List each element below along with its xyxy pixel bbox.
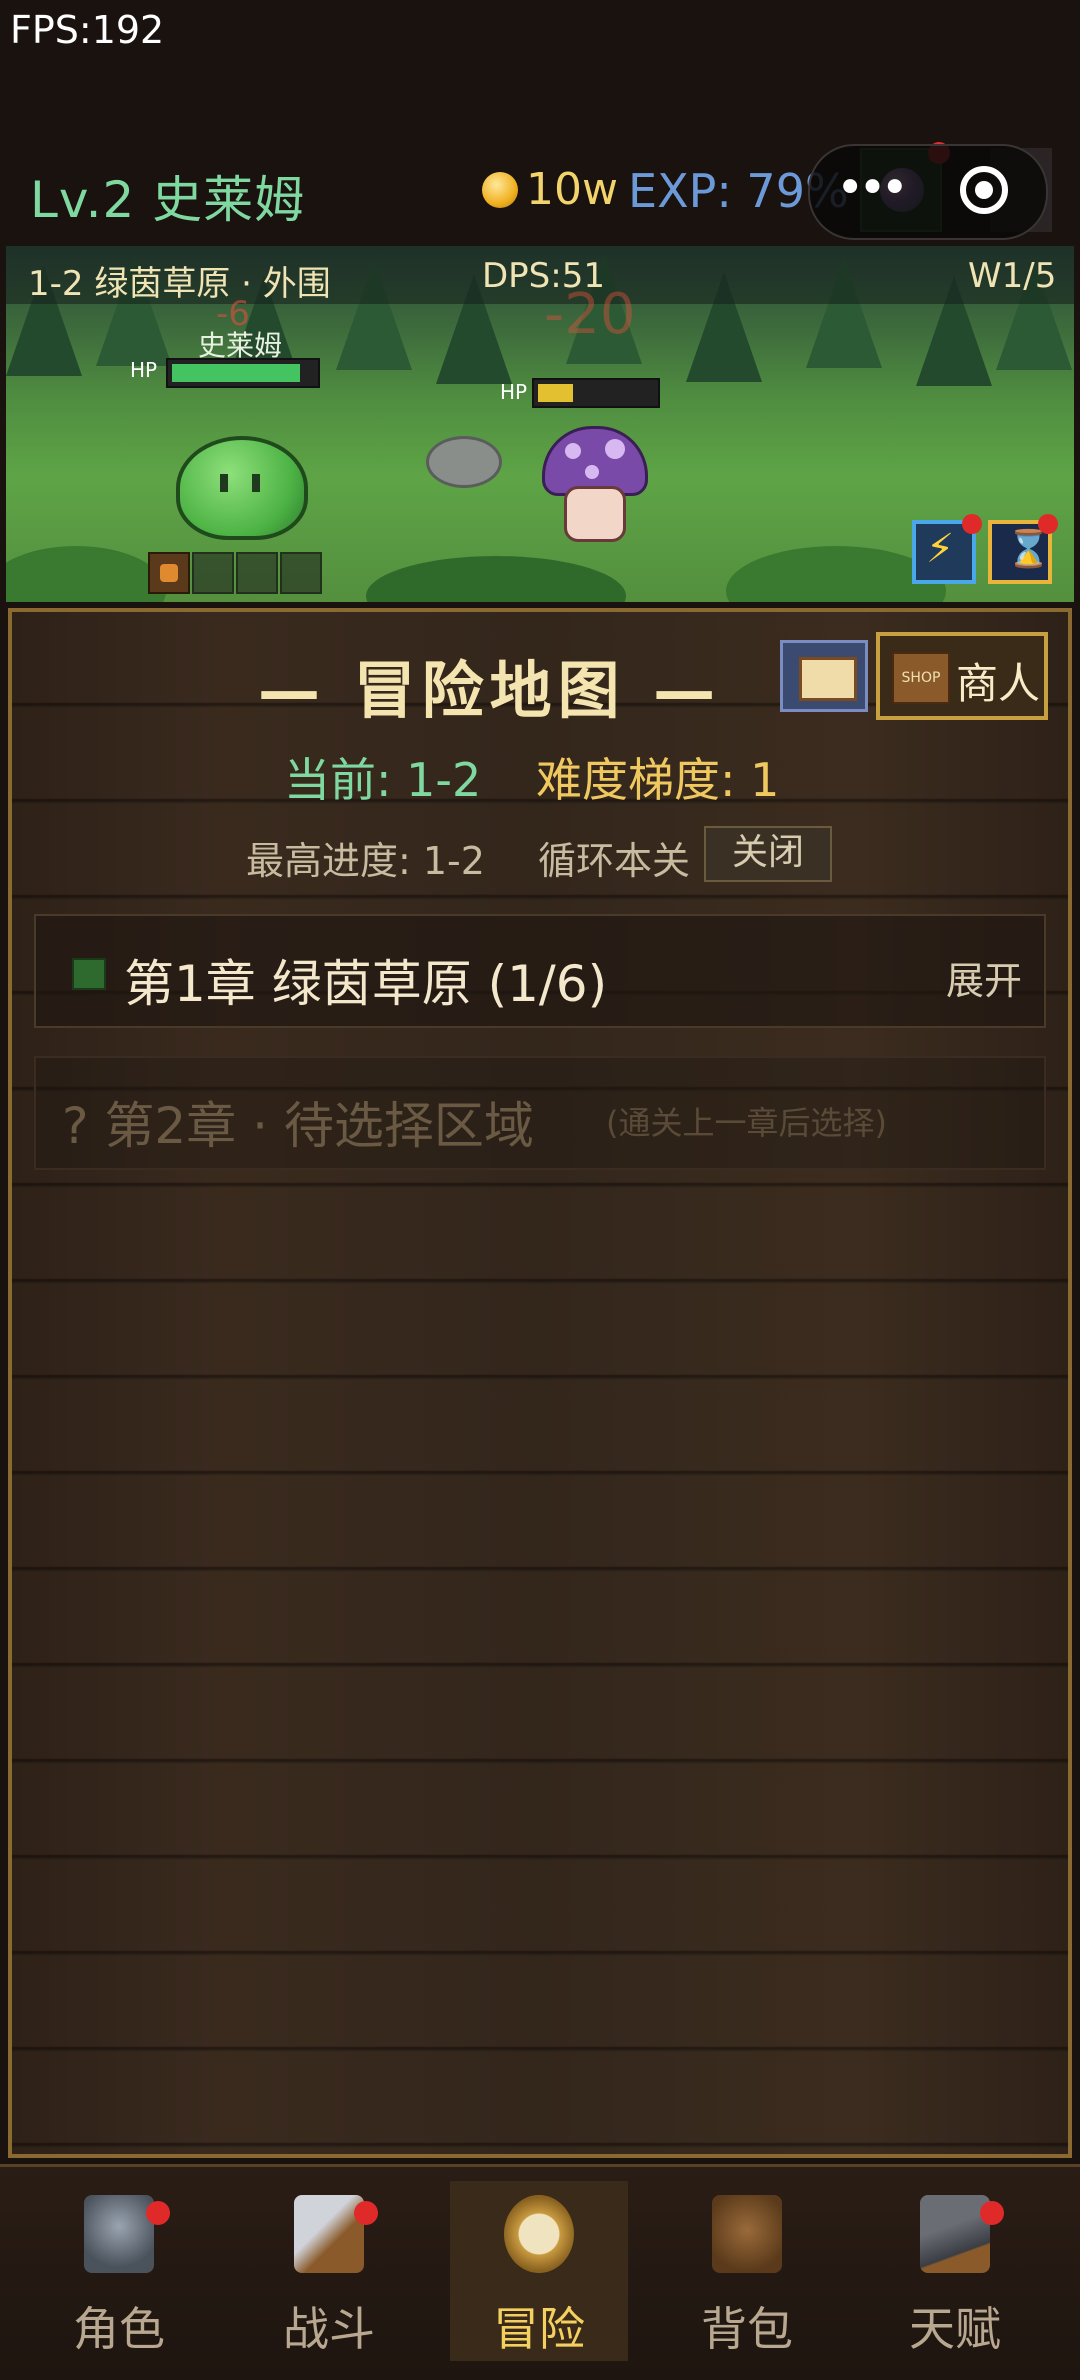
nav-label: 角色 — [73, 2302, 165, 2356]
chapter-2-title: ? 第2章 · 待选择区域 — [62, 1097, 534, 1155]
backpack-icon — [712, 2195, 782, 2273]
nav-tab-adventure[interactable]: 冒险 — [450, 2181, 628, 2361]
stage-name: 1-2 绿茵草原 · 外围 — [28, 264, 331, 304]
shop-sign-icon: SHOP — [892, 652, 950, 704]
talent-badge — [980, 2201, 1004, 2225]
skill-slot-empty[interactable] — [236, 552, 278, 594]
hourglass-icon: ⌛ — [1006, 529, 1051, 570]
nav-label: 冒险 — [493, 2302, 585, 2356]
mushroom-body — [564, 486, 626, 542]
nav-tab-talent[interactable]: 天赋 — [866, 2181, 1044, 2361]
merchant-button[interactable]: SHOP 商人 — [876, 632, 1048, 720]
player-level-name: Lv.2 史莱姆 — [30, 171, 306, 229]
knight-icon — [84, 2195, 154, 2273]
cap-spot — [565, 443, 581, 459]
bush — [366, 556, 626, 602]
gold-amount: 10w — [526, 164, 618, 215]
player-hp-label: HP — [130, 358, 158, 382]
mushroom-enemy-sprite — [542, 426, 648, 552]
expand-button[interactable]: 展开 — [946, 950, 1022, 1005]
more-menu-icon[interactable]: ••• — [836, 160, 909, 216]
loop-toggle-button[interactable]: 关闭 — [704, 826, 832, 882]
chapter-1-row[interactable]: 第1章 绿茵草原 (1/6) 展开 — [34, 914, 1046, 1028]
nav-label: 背包 — [701, 2302, 793, 2356]
bottom-nav: 角色 战斗 冒险 背包 天赋 — [0, 2164, 1080, 2380]
rock — [426, 436, 502, 488]
nav-label: 战斗 — [283, 2302, 375, 2356]
current-stage: 当前: 1-2 — [284, 753, 482, 807]
idle-notification-dot — [1038, 514, 1058, 534]
best-progress: 最高进度: 1-2 — [246, 839, 485, 883]
anvil-icon — [920, 2195, 990, 2273]
slime-player-sprite — [176, 436, 308, 540]
cap-spot — [585, 465, 599, 479]
nav-tab-character[interactable]: 角色 — [30, 2181, 208, 2361]
grassland-icon — [72, 958, 106, 990]
player-hp-fill — [172, 364, 300, 382]
wave-counter: W1/5 — [968, 256, 1057, 296]
skill-slot-empty[interactable] — [280, 552, 322, 594]
character-badge — [146, 2201, 170, 2225]
battle-badge — [354, 2201, 378, 2225]
bush — [6, 546, 166, 602]
slime-eye — [220, 474, 228, 492]
nav-label: 天赋 — [909, 2302, 1001, 2356]
difficulty-level: 难度梯度: 1 — [536, 753, 780, 807]
lightning-icon: ⚡ — [926, 526, 955, 572]
skill-slot-empty[interactable] — [192, 552, 234, 594]
enemy-hp-label: HP — [500, 380, 528, 404]
player-hp-bar — [166, 358, 320, 388]
sword-shield-icon — [294, 2195, 364, 2273]
nav-tab-backpack[interactable]: 背包 — [658, 2181, 836, 2361]
chapter-2-hint: (通关上一章后选择) — [606, 1104, 887, 1142]
fps-counter: FPS:192 — [10, 8, 165, 52]
speed-notification-dot — [962, 514, 982, 534]
chapter-1-title: 第1章 绿茵草原 (1/6) — [124, 955, 608, 1013]
loop-stage-label: 循环本关 — [538, 839, 691, 883]
cap-spot — [605, 439, 625, 459]
coin-icon — [482, 172, 518, 208]
enemy-hp-bar — [532, 378, 660, 408]
close-target-icon[interactable] — [960, 166, 1008, 214]
enemy-hp-fill — [538, 384, 573, 402]
slime-eye — [252, 474, 260, 492]
nav-tab-battle[interactable]: 战斗 — [240, 2181, 418, 2361]
panel-title: — 冒险地图 — — [258, 654, 722, 727]
enemy-damage-number: -20 — [544, 282, 636, 347]
battle-scene: 1-2 绿茵草原 · 外围 DPS:51 W1/5 -6 -20 史莱姆 HP … — [6, 246, 1074, 602]
book-icon[interactable] — [780, 640, 868, 712]
chapter-2-row: ? 第2章 · 待选择区域 (通关上一章后选择) — [34, 1056, 1046, 1170]
compass-icon — [504, 2195, 574, 2273]
skill-slot-fist[interactable] — [148, 552, 190, 594]
merchant-label: 商人 — [956, 659, 1041, 708]
